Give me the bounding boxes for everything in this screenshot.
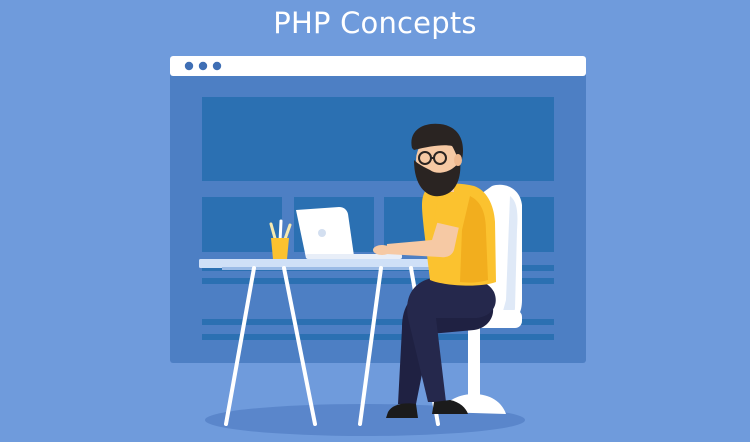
browser-window xyxy=(170,56,586,363)
hand xyxy=(373,245,391,255)
ear xyxy=(454,154,462,166)
content-banner xyxy=(202,97,554,181)
chair-post xyxy=(468,326,480,396)
browser-title-bar xyxy=(170,56,586,76)
desk-top xyxy=(199,259,462,268)
window-dot-icon xyxy=(184,61,194,71)
laptop-base xyxy=(306,254,402,259)
content-line xyxy=(202,334,554,340)
window-dot-icon xyxy=(198,61,208,71)
developer-illustration xyxy=(170,56,586,436)
hero-illustration: PHP Concepts xyxy=(0,0,750,442)
cup xyxy=(271,238,289,259)
desk-edge xyxy=(222,267,462,270)
window-dot-icon xyxy=(212,61,222,71)
laptop-logo xyxy=(318,229,326,237)
